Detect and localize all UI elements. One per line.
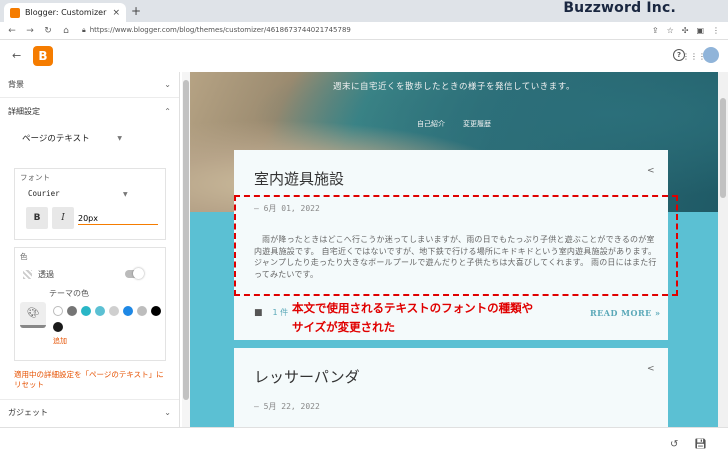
font-card-title: フォント xyxy=(20,173,50,182)
url-field[interactable]: 🔒︎ https://www.blogger.com/blog/themes/cu… xyxy=(82,26,652,35)
sidepanel-icon[interactable]: ▣ xyxy=(696,26,704,35)
section-label: ガジェット xyxy=(8,408,48,417)
new-tab-button[interactable]: + xyxy=(131,4,141,18)
menu-dots-icon[interactable]: ⋮ xyxy=(712,26,720,35)
annotation-callout: 本文で使用されるテキストのフォントの種類や サイズが変更された xyxy=(292,299,533,337)
section-background[interactable]: 背景 ⌄ xyxy=(0,72,179,98)
blog-preview: 週末に自宅近くを散歩したときの様子を発信していきます。 自己紹介 変更履歴 室内… xyxy=(190,72,718,427)
add-color-link[interactable]: 追加 xyxy=(53,336,67,346)
extension-icon[interactable]: ✣ xyxy=(682,26,689,35)
share-page-icon[interactable]: ⇪ xyxy=(652,26,659,35)
font-card: フォント Courier ▼ B I xyxy=(14,168,166,240)
address-bar: ← → ↻ ⌂ 🔒︎ https://www.blogger.com/blog/t… xyxy=(0,22,728,40)
theme-color-label: テーマの色 xyxy=(49,289,89,298)
color-swatch[interactable] xyxy=(137,306,147,316)
preview-scrollbar[interactable] xyxy=(718,72,728,427)
back-button[interactable]: ← xyxy=(12,49,21,62)
blogger-header: ← B ? ⋮⋮⋮ xyxy=(0,40,728,72)
section-advanced[interactable]: 詳細設定 ⌃ xyxy=(0,98,179,124)
color-card-title: 色 xyxy=(20,252,28,261)
tab-title: Blogger: Customizer xyxy=(25,8,107,17)
highlight-box xyxy=(234,195,678,296)
dropdown-value: ページのテキスト xyxy=(22,134,90,144)
revert-icon[interactable]: ↺ xyxy=(670,439,678,450)
browser-tab-bar: Blogger: Customizer × + Buzzword Inc. xyxy=(0,0,728,22)
color-swatch[interactable] xyxy=(151,306,161,316)
color-swatch[interactable] xyxy=(95,306,105,316)
header-links: 自己紹介 変更履歴 xyxy=(190,119,718,129)
advanced-target-dropdown[interactable]: ページのテキスト ▼ xyxy=(22,132,122,144)
customizer-footer: ↺ 💾︎ xyxy=(0,427,728,460)
sidebar-scrollbar[interactable] xyxy=(182,72,190,427)
color-swatch[interactable] xyxy=(123,306,133,316)
reset-note[interactable]: 適用中の詳細設定を「ページのテキスト」にリセット xyxy=(14,370,169,390)
tab-close-icon[interactable]: × xyxy=(112,8,120,18)
section-label: 詳細設定 xyxy=(8,106,40,116)
palette-icon[interactable]: 🎨︎ xyxy=(20,302,46,328)
annotation-line: サイズが変更された xyxy=(292,320,396,334)
reload-icon[interactable]: ↻ xyxy=(42,26,54,36)
post-card: レッサーパンダ < – 5月 22, 2022 xyxy=(234,348,668,427)
chevron-down-icon: ⌄ xyxy=(164,408,171,417)
font-family-select[interactable]: Courier xyxy=(28,189,60,198)
post-title[interactable]: 室内遊具施設 xyxy=(254,168,344,189)
caret-down-icon[interactable]: ▼ xyxy=(123,191,128,198)
save-icon[interactable]: 💾︎ xyxy=(694,439,707,450)
forward-arrow-icon[interactable]: → xyxy=(24,26,36,36)
color-swatch[interactable] xyxy=(109,306,119,316)
caret-down-icon: ▼ xyxy=(117,134,122,142)
color-swatch[interactable] xyxy=(81,306,91,316)
font-size-input[interactable] xyxy=(78,213,158,225)
comment-icon: ■ xyxy=(254,307,263,318)
lock-icon: 🔒︎ xyxy=(82,26,86,34)
color-swatch[interactable] xyxy=(53,322,63,332)
blog-description: 週末に自宅近くを散歩したときの様子を発信していきます。 xyxy=(333,82,575,92)
bookmark-star-icon[interactable]: ☆ xyxy=(667,26,674,35)
color-swatch[interactable] xyxy=(53,306,63,316)
chevron-up-icon: ⌃ xyxy=(164,106,171,116)
customizer-sidebar: 背景 ⌄ 詳細設定 ⌃ ページのテキスト ▼ フォント Courier ▼ B … xyxy=(0,72,180,427)
url-text: https://www.blogger.com/blog/themes/cust… xyxy=(89,26,351,34)
back-arrow-icon[interactable]: ← xyxy=(6,26,18,36)
link-history[interactable]: 変更履歴 xyxy=(463,119,491,129)
share-icon[interactable]: < xyxy=(647,364,655,374)
annotation-line: 本文で使用されるテキストのフォントの種類や xyxy=(292,301,534,315)
link-about[interactable]: 自己紹介 xyxy=(417,119,445,129)
checker-icon xyxy=(23,270,32,279)
transparent-label: 透過 xyxy=(38,270,54,279)
brand-watermark: Buzzword Inc. xyxy=(563,0,676,16)
blogger-logo[interactable]: B xyxy=(33,46,53,66)
chevron-down-icon: ⌄ xyxy=(164,80,171,89)
read-more-link[interactable]: READ MORE » xyxy=(590,308,661,318)
comment-text: 1 件 xyxy=(272,308,289,317)
post-title[interactable]: レッサーパンダ xyxy=(254,366,360,387)
avatar[interactable] xyxy=(703,47,719,63)
bold-button[interactable]: B xyxy=(26,207,48,229)
transparent-option[interactable]: 透過 xyxy=(23,269,54,280)
blogger-favicon-icon xyxy=(10,7,20,18)
color-card: 色 透過 テーマの色 🎨︎ 追加 xyxy=(14,247,166,361)
browser-tab[interactable]: Blogger: Customizer × xyxy=(4,3,126,22)
transparent-toggle[interactable] xyxy=(125,268,144,279)
home-icon[interactable]: ⌂ xyxy=(60,26,72,36)
share-icon[interactable]: < xyxy=(647,166,655,176)
color-swatch[interactable] xyxy=(67,306,77,316)
section-label: 背景 xyxy=(8,80,24,89)
comment-count[interactable]: ■ 1 件 xyxy=(254,307,288,318)
post-date: – 5月 22, 2022 xyxy=(254,402,320,411)
italic-button[interactable]: I xyxy=(52,207,74,229)
section-gadget[interactable]: ガジェット ⌄ xyxy=(0,399,179,425)
